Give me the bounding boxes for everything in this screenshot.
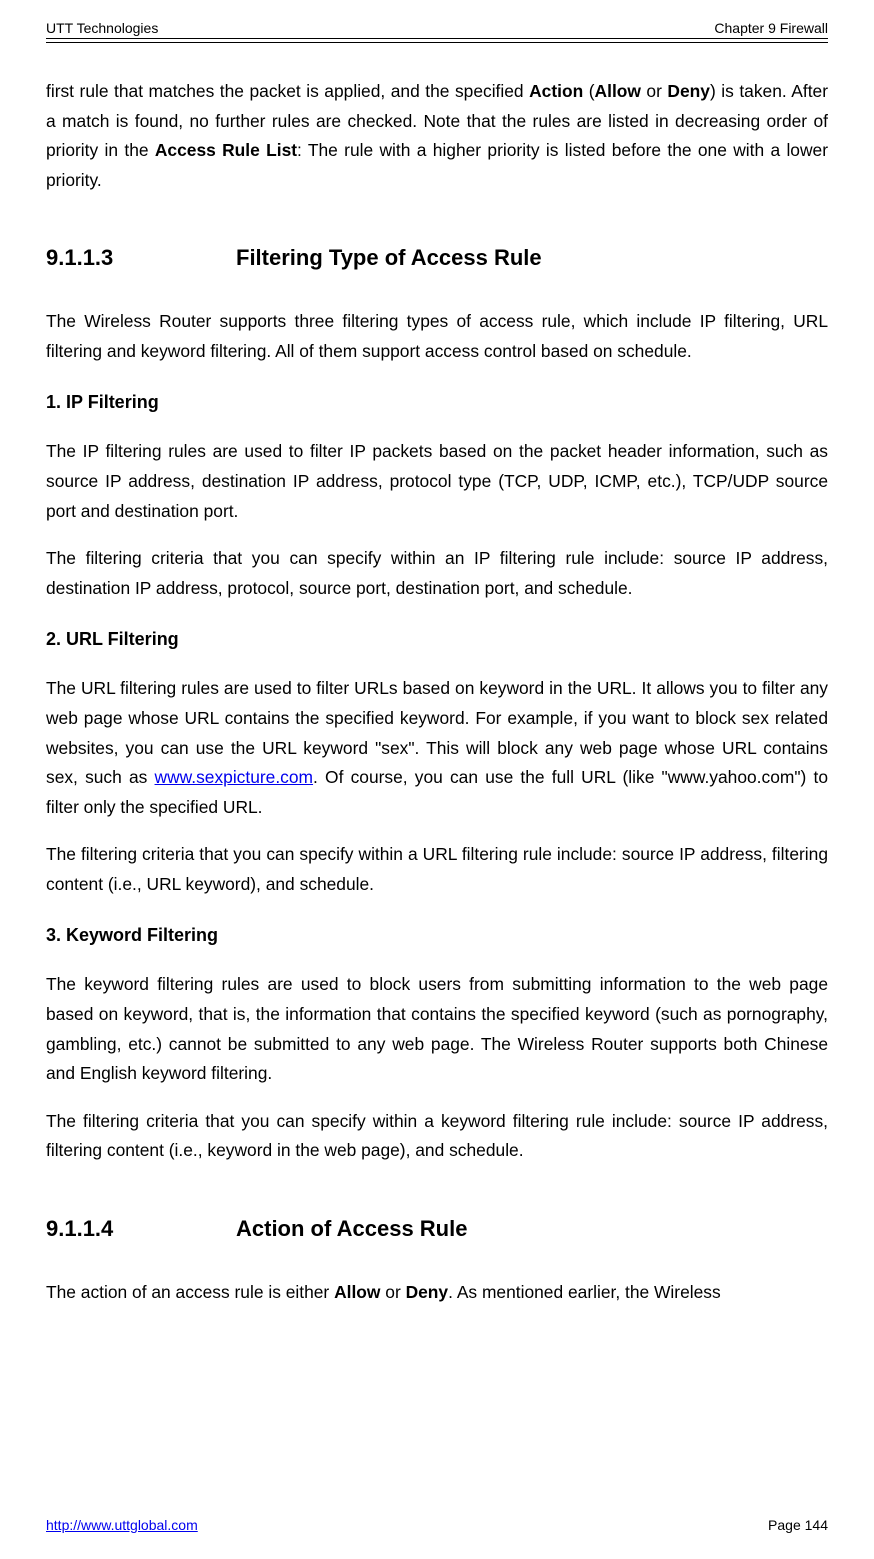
example-url-link[interactable]: www.sexpicture.com — [155, 767, 314, 787]
header-right: Chapter 9 Firewall — [714, 20, 828, 36]
page-header: UTT Technologies Chapter 9 Firewall — [46, 20, 828, 36]
keyword-filtering-p2: The filtering criteria that you can spec… — [46, 1107, 828, 1166]
document-page: UTT Technologies Chapter 9 Firewall firs… — [0, 0, 874, 1559]
section-number: 9.1.1.4 — [46, 1216, 236, 1242]
section-heading-filtering-type: 9.1.1.3 Filtering Type of Access Rule — [46, 245, 828, 271]
section-heading-action: 9.1.1.4 Action of Access Rule — [46, 1216, 828, 1242]
url-filtering-p1: The URL filtering rules are used to filt… — [46, 674, 828, 822]
page-footer: http://www.uttglobal.com Page 144 — [46, 1517, 828, 1533]
ip-filtering-p1: The IP filtering rules are used to filte… — [46, 437, 828, 526]
page-number: Page 144 — [768, 1517, 828, 1533]
section-title: Filtering Type of Access Rule — [236, 245, 542, 271]
ip-filtering-p2: The filtering criteria that you can spec… — [46, 544, 828, 603]
section1-intro: The Wireless Router supports three filte… — [46, 307, 828, 366]
section-title: Action of Access Rule — [236, 1216, 467, 1242]
url-filtering-p2: The filtering criteria that you can spec… — [46, 840, 828, 899]
intro-paragraph: first rule that matches the packet is ap… — [46, 77, 828, 195]
section-number: 9.1.1.3 — [46, 245, 236, 271]
subsection-keyword-filtering: 3. Keyword Filtering — [46, 925, 828, 946]
subsection-ip-filtering: 1. IP Filtering — [46, 392, 828, 413]
section2-para: The action of an access rule is either A… — [46, 1278, 828, 1308]
keyword-filtering-p1: The keyword filtering rules are used to … — [46, 970, 828, 1088]
footer-url-link[interactable]: http://www.uttglobal.com — [46, 1517, 198, 1533]
header-left: UTT Technologies — [46, 20, 158, 36]
header-divider — [46, 38, 828, 43]
subsection-url-filtering: 2. URL Filtering — [46, 629, 828, 650]
